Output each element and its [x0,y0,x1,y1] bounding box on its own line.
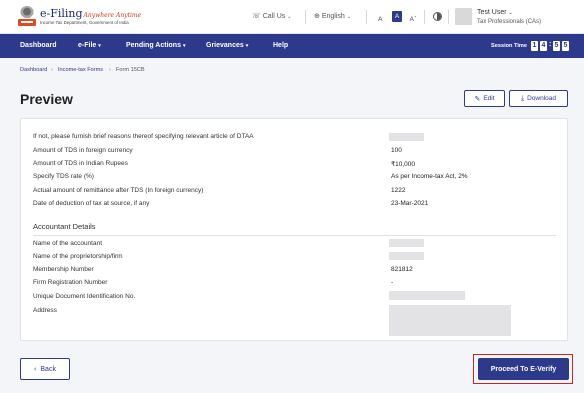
breadcrumb-dashboard[interactable]: Dashboard [20,67,47,73]
divider [366,10,367,24]
session-time-label: Session Time [491,43,527,49]
redacted-value [389,252,424,260]
detail-value: 1222 [391,187,406,194]
detail-label: If not, please furnish brief reasons the… [33,133,254,140]
divider [448,10,449,24]
call-us-label: Call Us [262,13,286,20]
chevron-left-icon: ‹ [34,365,37,373]
brand-tagline: Anywhere Anytime [83,12,142,19]
font-increase-button[interactable]: A+ [408,11,418,23]
edit-label: Edit [483,95,495,102]
nav-help[interactable]: Help [273,42,288,49]
nav-grievances[interactable]: Grievances ▾ [206,42,248,49]
user-name: Test User [477,9,507,16]
brand-title-text: e-Filing [40,7,83,20]
session-colon: : [549,41,552,48]
nav-efile-label: e-File [78,42,97,49]
detail-value: ₹10,000 [391,161,416,168]
detail-label: Address [33,307,57,314]
detail-label: Unique Document Identification No. [33,293,136,300]
session-digit: 1 [531,41,538,51]
back-button[interactable]: ‹ Back [20,358,70,380]
nav-pending-actions[interactable]: Pending Actions ▾ [126,42,185,49]
detail-value: 23-Mar-2021 [391,200,429,207]
divider [305,10,306,24]
chevron-right-icon: › [109,67,111,73]
detail-value: As per Income-tax Act, 2% [391,173,468,180]
detail-value: 821812 [391,266,413,273]
pencil-icon: ✎ [474,95,481,103]
language-selector[interactable]: ⊕ English ⌄ [314,12,351,20]
download-label: Download [527,95,557,102]
contrast-icon[interactable] [433,12,442,21]
session-digit: 5 [553,41,560,51]
chevron-down-icon: ⌄ [287,14,292,20]
detail-label: Name of the accountant [33,240,103,247]
brand-title[interactable]: e-FilingAnywhere Anytime [40,7,141,20]
nav-grievances-label: Grievances [206,42,244,49]
globe-icon: ⊕ [314,13,320,20]
detail-label: Firm Registration Number [33,279,108,286]
detail-label: Amount of TDS in foreign currency [33,147,133,154]
font-normal-button[interactable]: A [392,11,402,22]
main-nav: Dashboard e-File ▾ Pending Actions ▾ Griev… [0,34,584,58]
chevron-down-icon: ⌄ [508,10,513,16]
nav-pending-actions-label: Pending Actions [126,42,181,49]
session-digit: 5 [562,41,569,51]
redacted-value [389,305,511,336]
chevron-down-icon: ▾ [245,43,249,49]
logo-ribbon [18,19,36,26]
call-us-menu[interactable]: ☏ Call Us ⌄ [252,12,291,20]
font-decrease-button[interactable]: A- [376,11,386,23]
detail-label: Actual amount of remittance after TDS (I… [33,187,204,194]
detail-label: Date of deduction of tax at source, if a… [33,200,150,207]
back-label: Back [40,365,56,373]
proceed-to-e-verify-button[interactable]: Proceed To E-Verify [478,358,569,380]
divider [424,10,425,24]
user-menu[interactable]: Test User ⌄ [477,9,513,16]
redacted-value [389,239,424,247]
detail-label: Name of the proprietorship/firm [33,253,123,260]
chevron-down-icon: ⌄ [346,14,351,20]
top-header: e-FilingAnywhere Anytime Income Tax Depa… [0,0,584,34]
detail-value: 100 [391,147,402,154]
chevron-right-icon: › [51,67,53,73]
chevron-down-icon: ▾ [98,43,101,49]
brand-subtitle: Income Tax Department, Government of Ind… [40,20,129,25]
session-digit: 4 [540,41,547,51]
user-role: Tax Professionals (CAs) [477,19,542,25]
chevron-down-icon: ▾ [182,43,186,49]
nav-efile[interactable]: e-File ▾ [78,42,101,49]
breadcrumb-current: Form 15CB [116,67,145,73]
detail-value: - [391,279,394,286]
edit-button[interactable]: ✎ Edit [464,90,505,107]
detail-label: Membership Number [33,266,94,273]
page-title: Preview [20,91,73,107]
accountant-section-title: Accountant Details [33,222,96,231]
detail-label: Amount of TDS in Indian Rupees [33,160,128,167]
nav-dashboard[interactable]: Dashboard [20,42,57,49]
download-button[interactable]: ⤓ Download [509,90,568,107]
redacted-value [389,133,424,141]
section-divider [33,235,556,236]
preview-card: If not, please furnish brief reasons the… [20,118,568,341]
emblem-circle [20,6,34,20]
nav-help-label: Help [273,42,289,49]
download-icon: ⤓ [520,94,525,102]
phone-icon: ☏ [252,13,261,20]
detail-label: Specify TDS rate (%) [33,173,94,180]
redacted-value [389,291,465,300]
nav-dashboard-label: Dashboard [20,42,57,49]
avatar[interactable] [455,8,472,25]
breadcrumb-income-tax-forms[interactable]: Income-tax Forms [58,67,103,73]
language-label: English [321,13,345,20]
emblem-logo-icon[interactable] [18,6,36,28]
